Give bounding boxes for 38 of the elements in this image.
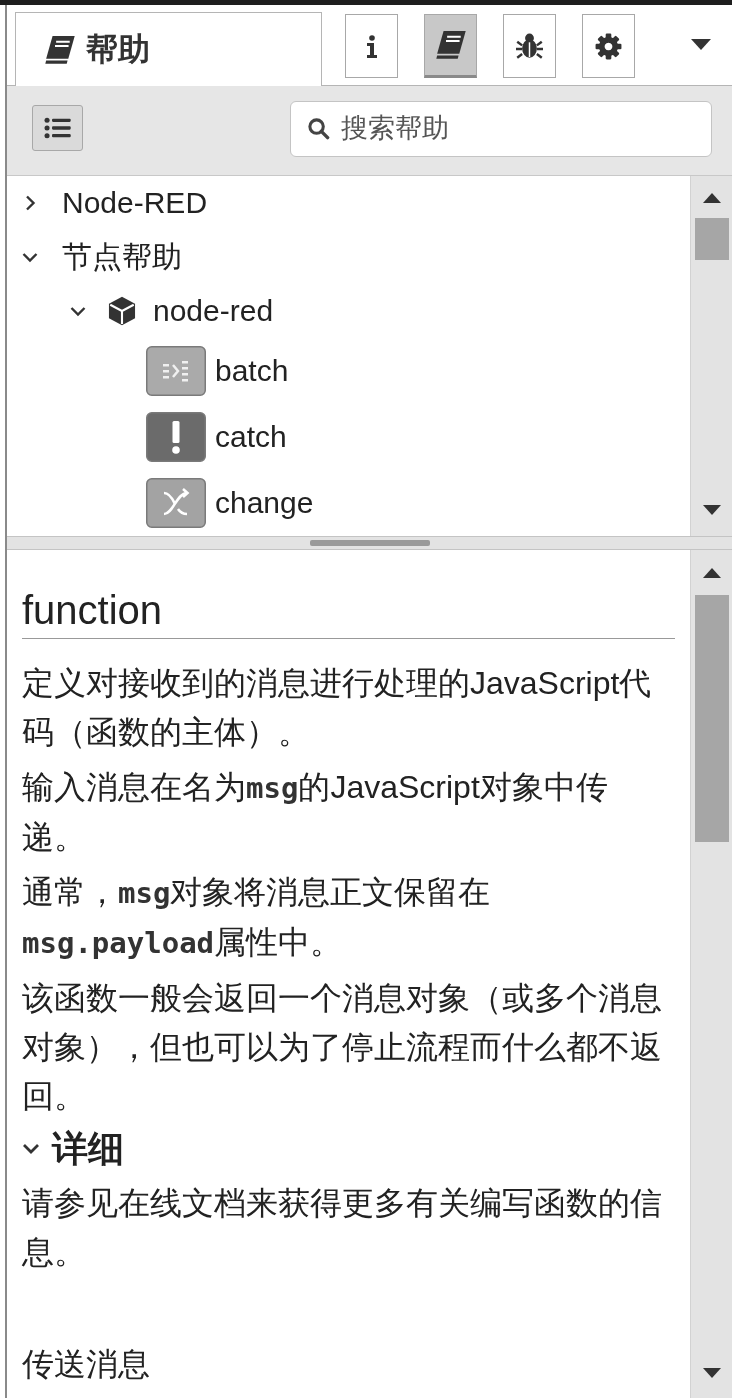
help-paragraph: 通常，msg对象将消息正文保留在 msg.payload属性中。: [22, 873, 492, 962]
help-paragraph: 该函数一般会返回一个消息对象（或多个消息对象），但也可以为了停止流程而什么都不返回。: [22, 979, 663, 1116]
sidebar-tab[interactable]: 帮助: [15, 12, 322, 86]
sidebar-tab-button[interactable]: [503, 14, 556, 78]
search-field[interactable]: 搜索帮助: [290, 100, 712, 157]
splitter-handle[interactable]: [309, 540, 430, 546]
search-icon: [307, 116, 330, 140]
help-title: function: [22, 586, 675, 639]
down-arrow-icon[interactable]: [702, 1368, 721, 1378]
tree-item[interactable]: 节点帮助: [7, 230, 182, 284]
scrollbar-thumb[interactable]: [694, 595, 729, 842]
section-heading: 传送消息: [22, 1345, 150, 1384]
info-icon: [365, 34, 378, 58]
scrollbar-thumb[interactable]: [694, 218, 729, 260]
help-paragraph: 输入消息在名为msg的JavaScript对象中传递。: [22, 768, 609, 857]
help-paragraph: 请参见在线文档来获得更多有关编写函数的信息。: [22, 1184, 663, 1272]
tree-item[interactable]: Node-RED: [7, 176, 208, 230]
cube-icon: [108, 296, 136, 326]
help-paragraph: 定义对接收到的消息进行处理的JavaScript代码（函数的主体）。: [22, 664, 653, 752]
tree-item[interactable]: change: [7, 470, 314, 536]
bug-icon: [516, 33, 543, 59]
up-arrow-icon[interactable]: [702, 193, 721, 203]
tree-item[interactable]: node-red: [7, 284, 274, 338]
tree-item[interactable]: batch: [7, 338, 289, 404]
sidebar-tab-button[interactable]: [345, 14, 398, 78]
tree-item[interactable]: catch: [7, 404, 287, 470]
caret-icon: [691, 39, 711, 50]
settings-icon: [595, 32, 622, 60]
book-icon: [435, 31, 466, 59]
sidebar-tab-button[interactable]: [582, 14, 635, 78]
section-toggle[interactable]: 详细: [22, 1125, 124, 1173]
up-arrow-icon[interactable]: [702, 568, 721, 578]
sidebar-tab-button[interactable]: [424, 14, 477, 78]
list-icon: [44, 116, 71, 139]
down-arrow-icon[interactable]: [702, 505, 721, 515]
book-icon: [45, 35, 75, 64]
dropdown-button[interactable]: [691, 39, 711, 50]
contents-button[interactable]: [32, 104, 83, 151]
